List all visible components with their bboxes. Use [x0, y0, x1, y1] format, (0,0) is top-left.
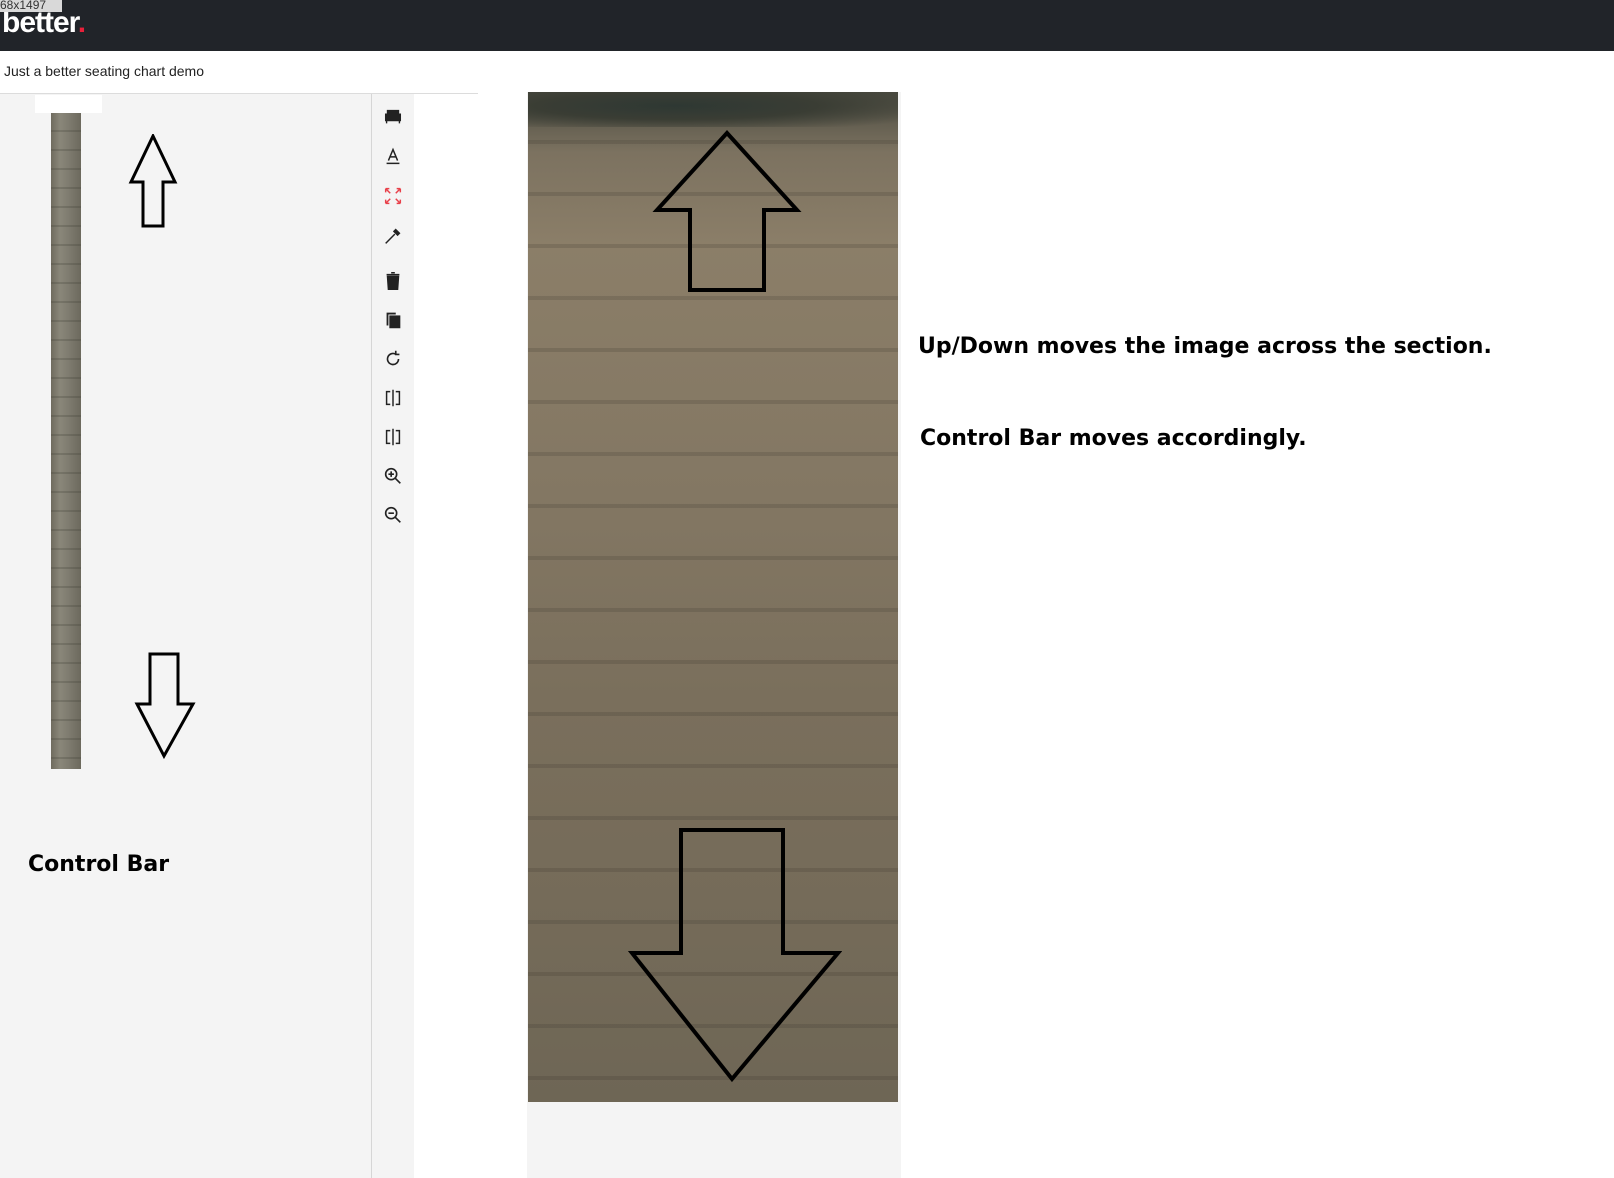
eyedropper-icon[interactable] — [378, 221, 408, 251]
text-icon[interactable] — [378, 141, 408, 171]
logo-dot: . — [77, 6, 86, 39]
control-bar-handle[interactable] — [35, 95, 102, 113]
expand-icon[interactable] — [378, 181, 408, 211]
control-bar[interactable] — [51, 113, 81, 769]
instruction-note-2: Control Bar moves accordingly. — [920, 426, 1307, 451]
large-down-arrow-icon — [628, 828, 842, 1083]
down-arrow-icon — [134, 652, 196, 760]
top-header: better. 68x1497 — [0, 0, 1614, 51]
vertical-toolbar — [372, 94, 414, 1178]
flip-vertical-icon[interactable] — [378, 422, 408, 452]
trash-icon[interactable] — [378, 266, 408, 296]
canvas-area: Up/Down moves the image across the secti… — [478, 92, 1614, 1178]
zoom-out-icon[interactable] — [378, 500, 408, 530]
instruction-note-1: Up/Down moves the image across the secti… — [918, 334, 1492, 359]
up-arrow-icon — [128, 134, 178, 228]
control-panel: Control Bar — [0, 94, 372, 1178]
large-up-arrow-icon — [652, 130, 802, 292]
flip-horizontal-icon[interactable] — [378, 383, 408, 413]
zoom-in-icon[interactable] — [378, 461, 408, 491]
image-dimension-label: 68x1497 — [0, 0, 62, 12]
control-bar-label: Control Bar — [28, 852, 170, 877]
seat-icon[interactable] — [378, 101, 408, 131]
rotate-icon[interactable] — [378, 344, 408, 374]
copy-icon[interactable] — [378, 305, 408, 335]
page-subtitle: Just a better seating chart demo — [4, 63, 204, 79]
canvas-gutter — [414, 94, 478, 1178]
sub-header: Just a better seating chart demo — [0, 51, 1614, 94]
